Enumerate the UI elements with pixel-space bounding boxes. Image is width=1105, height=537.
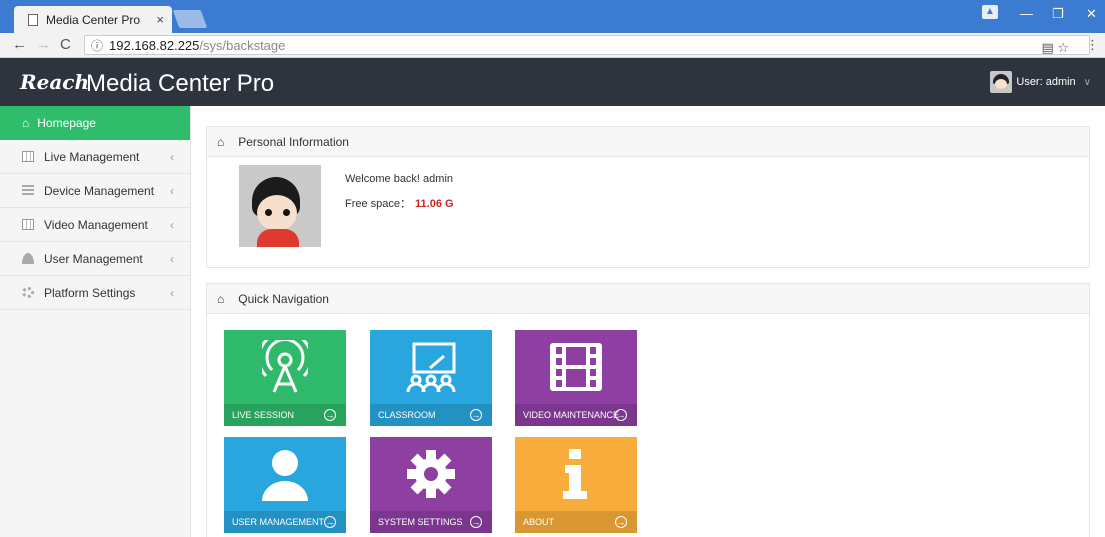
chevron-down-icon: ∨ <box>1083 76 1091 88</box>
sidebar-item-user-management[interactable]: User Management ‹ <box>0 242 190 276</box>
forward-icon[interactable]: → <box>36 36 51 53</box>
tab-title: Media Center Pro <box>46 12 141 27</box>
user-icon <box>224 443 346 505</box>
gear-icon <box>370 443 492 505</box>
arrow-right-icon: → <box>324 409 336 421</box>
free-space-value: 11.06 G <box>415 198 454 210</box>
sidebar-item-label: User Management <box>44 251 143 266</box>
free-space: Free space： 11.06 G <box>345 195 454 211</box>
menu-icon[interactable]: ⋮ <box>1086 37 1099 53</box>
panel-title: Personal Information <box>238 134 349 149</box>
tile-label: LIVE SESSION <box>232 410 295 420</box>
chevron-left-icon: ‹ <box>170 285 174 300</box>
browser-tabstrip: Media Center Pro × ▲ — ❐ ✕ <box>0 0 1105 33</box>
tile-system-settings[interactable]: SYSTEM SETTINGS → <box>370 437 492 533</box>
panel-header: ⌂ Personal Information <box>207 127 1089 157</box>
tile-about[interactable]: ABOUT → <box>515 437 637 533</box>
tile-label: ABOUT <box>523 517 555 527</box>
chevron-left-icon: ‹ <box>170 149 174 164</box>
sidebar: ⌂ Homepage Live Management ‹ Device Mana… <box>0 106 191 537</box>
home-icon: ⌂ <box>22 116 30 130</box>
app-header: Reach Media Center Pro User: admin ∨ <box>0 58 1105 106</box>
restore-icon[interactable]: ❐ <box>1052 6 1064 22</box>
tab-close-button[interactable]: × <box>156 12 164 27</box>
panel-header: ⌂ Quick Navigation <box>207 284 1089 314</box>
broadcast-icon <box>224 336 346 398</box>
arrow-right-icon: → <box>470 409 482 421</box>
sidebar-item-label: Homepage <box>37 116 96 130</box>
classroom-icon <box>370 336 492 398</box>
free-space-label: Free space： <box>345 198 412 210</box>
back-icon[interactable]: ← <box>12 36 27 53</box>
brand-logo: Reach <box>20 70 90 94</box>
info-icon[interactable]: ⓘ <box>91 37 103 54</box>
sidebar-item-live-management[interactable]: Live Management ‹ <box>0 140 190 174</box>
tile-label: VIDEO MAINTENANCE <box>523 410 620 420</box>
browser-tab[interactable]: Media Center Pro × <box>14 6 172 33</box>
tile-classroom[interactable]: CLASSROOM → <box>370 330 492 426</box>
film-icon <box>22 151 34 162</box>
welcome-text: Welcome back! admin <box>345 173 454 185</box>
address-bar: ← → C ⓘ 192.168.82.225 /sys/backstage ▤ … <box>0 33 1105 58</box>
translate-icon[interactable]: ▤ ☆ <box>1041 40 1069 56</box>
user-label: User: admin <box>1016 76 1076 88</box>
reload-icon[interactable]: C <box>60 36 71 53</box>
panel-title: Quick Navigation <box>238 291 329 306</box>
user-menu[interactable]: User: admin ∨ <box>990 71 1091 93</box>
info-icon <box>515 443 637 505</box>
tile-label: SYSTEM SETTINGS <box>378 517 463 527</box>
chevron-left-icon: ‹ <box>170 217 174 232</box>
sidebar-item-homepage[interactable]: ⌂ Homepage <box>0 106 190 140</box>
profile-icon[interactable]: ▲ <box>982 5 998 19</box>
arrow-right-icon: → <box>470 516 482 528</box>
arrow-right-icon: → <box>324 516 336 528</box>
tile-label: USER MANAGEMENT <box>232 517 325 527</box>
sidebar-item-video-management[interactable]: Video Management ‹ <box>0 208 190 242</box>
url-host: 192.168.82.225 <box>109 37 200 53</box>
new-tab-button[interactable] <box>172 10 208 28</box>
minimize-icon[interactable]: — <box>1020 6 1033 21</box>
tile-user-management[interactable]: USER MANAGEMENT → <box>224 437 346 533</box>
tile-video-maintenance[interactable]: VIDEO MAINTENANCE → <box>515 330 637 426</box>
chevron-left-icon: ‹ <box>170 251 174 266</box>
device-icon <box>22 185 34 196</box>
arrow-right-icon: → <box>615 409 627 421</box>
personal-info-panel: ⌂ Personal Information Welcome back! adm… <box>206 126 1090 268</box>
sidebar-item-label: Device Management <box>44 183 155 198</box>
gear-icon <box>22 287 34 298</box>
app-title: Media Center Pro <box>86 70 275 97</box>
sidebar-item-platform-settings[interactable]: Platform Settings ‹ <box>0 276 190 310</box>
avatar <box>990 71 1013 93</box>
sidebar-item-device-management[interactable]: Device Management ‹ <box>0 174 190 208</box>
tile-label: CLASSROOM <box>378 410 436 420</box>
profile-avatar <box>239 165 321 247</box>
sidebar-item-label: Video Management <box>44 217 148 232</box>
film-icon <box>515 336 637 398</box>
user-icon <box>22 253 34 264</box>
home-icon: ⌂ <box>217 134 225 149</box>
home-icon: ⌂ <box>217 291 225 306</box>
sidebar-item-label: Live Management <box>44 149 140 164</box>
url-path: /sys/backstage <box>199 37 286 53</box>
film-icon <box>22 219 34 230</box>
page-icon <box>28 13 38 26</box>
chevron-left-icon: ‹ <box>170 183 174 198</box>
arrow-right-icon: → <box>615 516 627 528</box>
quick-navigation-panel: ⌂ Quick Navigation LIVE SESSION → CLASSR… <box>206 283 1090 537</box>
close-window-icon[interactable]: ✕ <box>1086 6 1097 22</box>
url-field[interactable]: ⓘ 192.168.82.225 /sys/backstage ▤ ☆ <box>84 35 1090 55</box>
tile-live-session[interactable]: LIVE SESSION → <box>224 330 346 426</box>
sidebar-item-label: Platform Settings <box>44 285 136 300</box>
